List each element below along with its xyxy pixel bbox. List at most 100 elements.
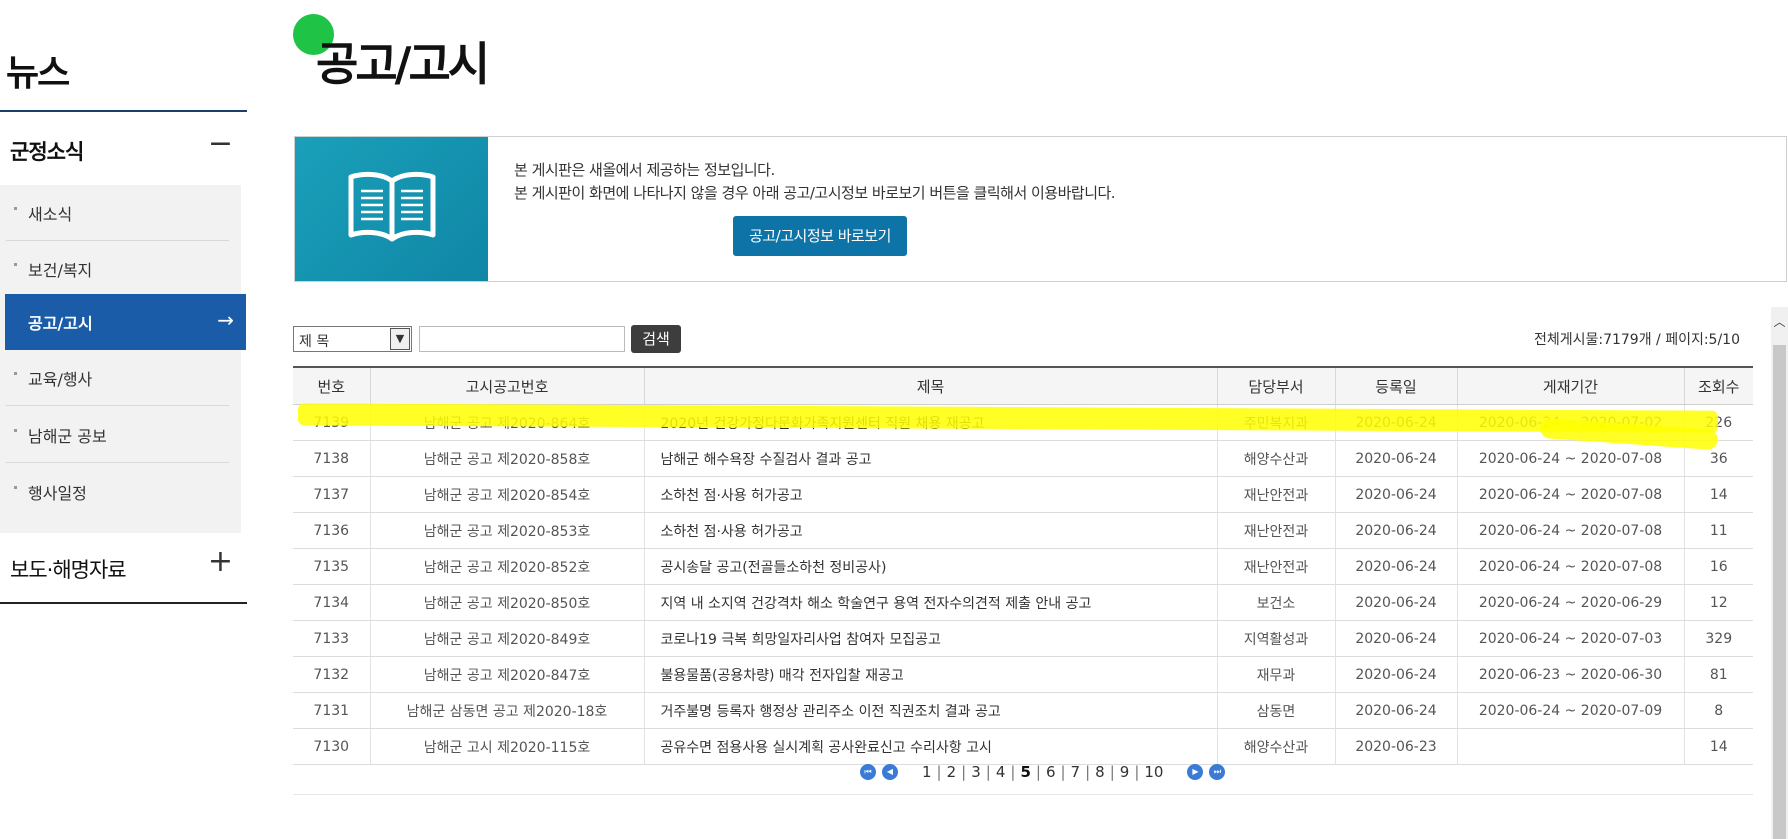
table-row[interactable]: 7131 남해군 삼동면 공고 제2020-18호 거주불명 등록자 행정상 관리주… <box>293 692 1753 729</box>
post-title[interactable]: 지역 내 소지역 건강격차 해소 학술연구 용역 전자수의견적 제출 안내 공고 <box>643 584 1217 621</box>
page-separator: | <box>1060 763 1066 781</box>
search-input[interactable] <box>419 326 625 352</box>
open-notice-button[interactable]: 공고/고시정보 바로보기 <box>733 216 907 256</box>
posting-period: 2020-06-24 ~ 2020-07-08 <box>1456 548 1684 585</box>
page-link[interactable]: 3 <box>971 763 981 781</box>
post-title[interactable]: 남해군 해수욕장 수질검사 결과 공고 <box>643 440 1217 477</box>
book-icon <box>295 137 488 281</box>
sidebar-item-education[interactable]: 교육/행사 <box>0 350 241 406</box>
table-row[interactable]: 7135 남해군 공고 제2020-852호 공시송달 공고(전골들소하천 정비공사… <box>293 548 1753 585</box>
sidebar-item-label: 행사일정 <box>28 484 87 503</box>
scrollbar-thumb[interactable] <box>1773 345 1786 839</box>
sidebar-item-label: 새소식 <box>28 205 73 224</box>
department: 주민복지과 <box>1216 404 1335 441</box>
divider <box>293 794 1753 795</box>
view-count: 329 <box>1683 620 1753 657</box>
page-list: 1 | 2 | 3 | 4 | 5 | 6 | 7 | 8 | 9 | 10 <box>920 763 1165 781</box>
page-link[interactable]: 8 <box>1095 763 1105 781</box>
post-title[interactable]: 공시송달 공고(전골들소하천 정비공사) <box>643 548 1217 585</box>
post-title[interactable]: 코로나19 극복 희망일자리사업 참여자 모집공고 <box>643 620 1217 657</box>
view-count: 12 <box>1683 584 1753 621</box>
post-title[interactable]: 2020년 건강가정다문화가족지원센터 직원 채용 재공고 <box>643 404 1217 441</box>
posting-period: 2020-06-24 ~ 2020-07-03 <box>1456 620 1684 657</box>
page-link[interactable]: 1 <box>922 763 932 781</box>
col-header: 게재기간 <box>1456 366 1684 405</box>
notice-number: 남해군 공고 제2020-853호 <box>369 512 644 549</box>
page-link[interactable]: 2 <box>947 763 957 781</box>
page-link[interactable]: 7 <box>1071 763 1081 781</box>
first-page-icon[interactable]: ⏮ <box>860 764 876 780</box>
bullet-icon <box>14 486 17 489</box>
post-title[interactable]: 소하천 점·사용 허가공고 <box>643 512 1217 549</box>
col-header: 조회수 <box>1683 366 1753 405</box>
pagination: ⏮ ◀ 1 | 2 | 3 | 4 | 5 | 6 | 7 | 8 | 9 | 10 ▶ ⏭ <box>860 762 1231 782</box>
collapse-icon[interactable]: − <box>208 126 233 161</box>
department: 해양수산과 <box>1216 440 1335 477</box>
table-row[interactable]: 7139 남해군 공고 제2020-864호 2020년 건강가정다문화가족지원센터… <box>293 404 1753 441</box>
posting-period: 2020-06-24 ~ 2020-07-02 <box>1456 404 1684 441</box>
sidebar-group-press[interactable]: 보도·해명자료 + <box>0 530 247 604</box>
reg-date: 2020-06-24 <box>1334 656 1457 693</box>
post-title[interactable]: 소하천 점·사용 허가공고 <box>643 476 1217 513</box>
post-title[interactable]: 불용물품(공용차량) 매각 전자입찰 재공고 <box>643 656 1217 693</box>
posting-period: 2020-06-24 ~ 2020-07-08 <box>1456 512 1684 549</box>
table-row[interactable]: 7136 남해군 공고 제2020-853호 소하천 점·사용 허가공고 재난안전과 2… <box>293 512 1753 549</box>
view-count: 11 <box>1683 512 1753 549</box>
post-title[interactable]: 공유수면 점용사용 실시계획 공사완료신고 수리사항 고시 <box>643 728 1217 765</box>
chevron-up-icon[interactable]: ︿ <box>1771 313 1788 329</box>
view-count: 16 <box>1683 548 1753 585</box>
notice-number: 남해군 공고 제2020-852호 <box>369 548 644 585</box>
notice-number: 남해군 공고 제2020-847호 <box>369 656 644 693</box>
page-link[interactable]: 9 <box>1120 763 1130 781</box>
post-number: 7135 <box>293 548 370 585</box>
page-link[interactable]: 10 <box>1144 763 1163 781</box>
prev-page-icon[interactable]: ◀ <box>882 764 898 780</box>
post-number: 7130 <box>293 728 370 765</box>
next-page-icon[interactable]: ▶ <box>1187 764 1204 780</box>
table-row[interactable]: 7133 남해군 공고 제2020-849호 코로나19 극복 희망일자리사업 참여… <box>293 620 1753 657</box>
col-header: 담당부서 <box>1216 366 1335 405</box>
sidebar-item-notice[interactable]: 공고/고시 → <box>5 294 246 350</box>
post-title[interactable]: 거주불명 등록자 행정상 관리주소 이전 직권조치 결과 공고 <box>643 692 1217 729</box>
view-count: 36 <box>1683 440 1753 477</box>
post-number: 7132 <box>293 656 370 693</box>
department: 삼동면 <box>1216 692 1335 729</box>
select-value: 제 목 <box>299 334 330 350</box>
reg-date: 2020-06-24 <box>1334 512 1457 549</box>
table-row[interactable]: 7132 남해군 공고 제2020-847호 불용물품(공용차량) 매각 전자입찰 … <box>293 656 1753 693</box>
page-link[interactable]: 4 <box>996 763 1006 781</box>
search-field-select[interactable]: 제 목 ▼ <box>293 326 412 352</box>
table-row[interactable]: 7138 남해군 공고 제2020-858호 남해군 해수욕장 수질검사 결과 공고… <box>293 440 1753 477</box>
table-row[interactable]: 7137 남해군 공고 제2020-854호 소하천 점·사용 허가공고 재난안전과 2… <box>293 476 1753 513</box>
department: 보건소 <box>1216 584 1335 621</box>
sidebar-item-label: 공고/고시 <box>28 314 93 333</box>
sidebar-item-new[interactable]: 새소식 <box>0 185 241 241</box>
page-title: 공고/고시 <box>316 37 490 91</box>
notice-table: 번호 고시공고번호 제목 담당부서 등록일 게재기간 조회수 7139 남해군 공… <box>293 366 1753 765</box>
last-page-icon[interactable]: ⏭ <box>1209 764 1226 780</box>
reg-date: 2020-06-23 <box>1334 728 1457 765</box>
total-count: 전체게시물:7179개 / 페이지:5/10 <box>1533 332 1740 348</box>
page-separator: | <box>1085 763 1091 781</box>
table-row[interactable]: 7130 남해군 고시 제2020-115호 공유수면 점용사용 실시계획 공사완료… <box>293 728 1753 765</box>
arrow-right-icon: → <box>217 308 234 332</box>
sidebar-item-health[interactable]: 보건/복지 <box>0 241 241 297</box>
divider <box>6 462 229 463</box>
post-number: 7137 <box>293 476 370 513</box>
sidebar-item-events[interactable]: 행사일정 <box>0 464 241 520</box>
current-page[interactable]: 5 <box>1020 763 1030 781</box>
col-header: 제목 <box>643 366 1217 405</box>
search-button[interactable]: 검색 <box>631 325 681 353</box>
table-row[interactable]: 7134 남해군 공고 제2020-850호 지역 내 소지역 건강격차 해소 학술… <box>293 584 1753 621</box>
sidebar: 뉴스 군정소식 − 새소식 보건/복지 공고/고시 → 교육/행사 남해군 공보 <box>0 0 247 839</box>
sidebar-item-bulletin[interactable]: 남해군 공보 <box>0 407 241 463</box>
department: 재난안전과 <box>1216 476 1335 513</box>
sidebar-group-news[interactable]: 군정소식 − <box>0 112 247 186</box>
notice-number: 남해군 공고 제2020-864호 <box>369 404 644 441</box>
chevron-down-icon[interactable]: ▼ <box>390 328 410 350</box>
scrollbar[interactable]: ︿ <box>1771 307 1788 839</box>
page-link[interactable]: 6 <box>1046 763 1056 781</box>
page-separator: | <box>985 763 991 781</box>
table-body: 7139 남해군 공고 제2020-864호 2020년 건강가정다문화가족지원센터… <box>293 404 1753 765</box>
expand-icon[interactable]: + <box>208 544 233 579</box>
